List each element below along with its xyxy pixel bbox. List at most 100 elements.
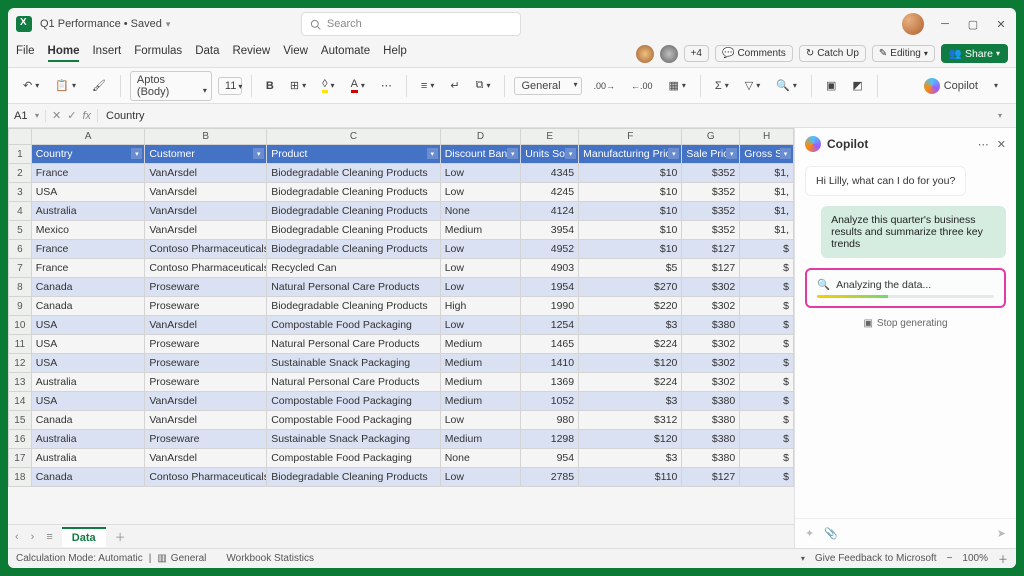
table-header-cell[interactable]: Units Sold▾ bbox=[521, 145, 579, 164]
row-number[interactable]: 4 bbox=[9, 202, 32, 221]
filter-icon[interactable]: ▾ bbox=[507, 148, 518, 159]
format-painter-button[interactable]: 🖌 bbox=[87, 76, 111, 95]
cell[interactable]: Medium bbox=[440, 335, 521, 354]
cell[interactable]: Proseware bbox=[145, 430, 267, 449]
menu-formulas[interactable]: Formulas bbox=[134, 45, 182, 62]
spreadsheet-grid[interactable]: ABCDEFGH 1Country▾Customer▾Product▾Disco… bbox=[8, 128, 794, 487]
cell[interactable]: Proseware bbox=[145, 354, 267, 373]
cell[interactable]: None bbox=[440, 449, 521, 468]
cell[interactable]: Low bbox=[440, 240, 521, 259]
cell[interactable]: Compostable Food Packaging bbox=[267, 392, 441, 411]
cell[interactable]: Mexico bbox=[31, 221, 145, 240]
cell[interactable]: $3 bbox=[579, 392, 682, 411]
cell[interactable]: VanArsdel bbox=[145, 411, 267, 430]
cell[interactable]: Canada bbox=[31, 468, 145, 487]
col-header[interactable]: H bbox=[740, 129, 794, 145]
cell[interactable]: $3 bbox=[579, 449, 682, 468]
cell[interactable]: Canada bbox=[31, 297, 145, 316]
cell[interactable]: $ bbox=[740, 449, 794, 468]
comments-button[interactable]: 💬Comments bbox=[715, 45, 793, 62]
col-header[interactable]: G bbox=[682, 129, 740, 145]
cell[interactable]: $ bbox=[740, 259, 794, 278]
cell[interactable]: 1298 bbox=[521, 430, 579, 449]
col-header[interactable]: D bbox=[440, 129, 521, 145]
cell[interactable]: $127 bbox=[682, 468, 740, 487]
cell[interactable]: Biodegradable Cleaning Products bbox=[267, 202, 441, 221]
cell[interactable]: USA bbox=[31, 183, 145, 202]
cell[interactable]: $3 bbox=[579, 316, 682, 335]
cell[interactable]: Contoso Pharmaceuticals bbox=[145, 468, 267, 487]
row-number[interactable]: 6 bbox=[9, 240, 32, 259]
editing-mode-button[interactable]: ✎Editing▾ bbox=[872, 45, 935, 62]
cell[interactable]: 4124 bbox=[521, 202, 579, 221]
row-number[interactable]: 1 bbox=[9, 145, 32, 164]
menu-automate[interactable]: Automate bbox=[321, 45, 370, 62]
cell[interactable]: $380 bbox=[682, 392, 740, 411]
cell[interactable]: $302 bbox=[682, 335, 740, 354]
cell[interactable]: $ bbox=[740, 468, 794, 487]
cell[interactable]: Biodegradable Cleaning Products bbox=[267, 468, 441, 487]
cell[interactable]: Recycled Can bbox=[267, 259, 441, 278]
cell[interactable]: Medium bbox=[440, 392, 521, 411]
add-sheet-button[interactable]: ＋ bbox=[112, 529, 129, 545]
row-number[interactable]: 7 bbox=[9, 259, 32, 278]
cell[interactable]: USA bbox=[31, 335, 145, 354]
decrease-decimal-button[interactable]: ←.00 bbox=[626, 78, 658, 94]
cell[interactable]: $380 bbox=[682, 316, 740, 335]
cell[interactable]: $302 bbox=[682, 373, 740, 392]
cell[interactable]: $1, bbox=[740, 183, 794, 202]
cell[interactable]: Compostable Food Packaging bbox=[267, 316, 441, 335]
cell[interactable]: $110 bbox=[579, 468, 682, 487]
cell[interactable]: Natural Personal Care Products bbox=[267, 278, 441, 297]
cell[interactable]: France bbox=[31, 240, 145, 259]
presence-count-badge[interactable]: +4 bbox=[684, 45, 709, 62]
cell[interactable]: Biodegradable Cleaning Products bbox=[267, 183, 441, 202]
cell[interactable]: VanArsdel bbox=[145, 449, 267, 468]
cell[interactable]: Low bbox=[440, 183, 521, 202]
filter-icon[interactable]: ▾ bbox=[726, 148, 737, 159]
minimize-button[interactable]: ─ bbox=[938, 17, 952, 31]
cell[interactable]: None bbox=[440, 202, 521, 221]
catchup-button[interactable]: ↻Catch Up bbox=[799, 45, 866, 62]
row-number[interactable]: 10 bbox=[9, 316, 32, 335]
table-header-cell[interactable]: Customer▾ bbox=[145, 145, 267, 164]
row-number[interactable]: 9 bbox=[9, 297, 32, 316]
row-number[interactable]: 3 bbox=[9, 183, 32, 202]
cell[interactable]: 980 bbox=[521, 411, 579, 430]
table-header-cell[interactable]: Product▾ bbox=[267, 145, 441, 164]
cell[interactable]: Medium bbox=[440, 430, 521, 449]
cell[interactable]: 4903 bbox=[521, 259, 579, 278]
cell[interactable]: $1, bbox=[740, 164, 794, 183]
cell[interactable]: Australia bbox=[31, 202, 145, 221]
cell[interactable]: Contoso Pharmaceuticals bbox=[145, 240, 267, 259]
cell[interactable]: USA bbox=[31, 354, 145, 373]
close-button[interactable]: ✕ bbox=[994, 17, 1008, 31]
filter-icon[interactable]: ▾ bbox=[565, 148, 576, 159]
status-general-icon[interactable]: ▥ bbox=[157, 553, 166, 564]
cell[interactable]: $224 bbox=[579, 335, 682, 354]
table-header-cell[interactable]: Sale Price▾ bbox=[682, 145, 740, 164]
align-button[interactable]: ≡▾ bbox=[416, 77, 439, 95]
cell[interactable]: $ bbox=[740, 373, 794, 392]
paste-button[interactable]: 📋▾ bbox=[50, 76, 81, 95]
filter-icon[interactable]: ▾ bbox=[668, 148, 679, 159]
copilot-close-icon[interactable]: ✕ bbox=[997, 138, 1006, 151]
status-general[interactable]: General bbox=[171, 553, 207, 564]
col-header[interactable]: C bbox=[267, 129, 441, 145]
cell[interactable]: $380 bbox=[682, 449, 740, 468]
cell[interactable]: 1410 bbox=[521, 354, 579, 373]
sort-filter-button[interactable]: ▽▾ bbox=[740, 76, 765, 95]
cell[interactable]: Biodegradable Cleaning Products bbox=[267, 164, 441, 183]
font-size-select[interactable]: 11▾ bbox=[218, 77, 242, 95]
cell[interactable]: $ bbox=[740, 354, 794, 373]
cell[interactable]: 1954 bbox=[521, 278, 579, 297]
row-number[interactable]: 13 bbox=[9, 373, 32, 392]
cell[interactable]: Australia bbox=[31, 449, 145, 468]
cell[interactable]: Low bbox=[440, 164, 521, 183]
row-number[interactable]: 17 bbox=[9, 449, 32, 468]
table-header-cell[interactable]: Discount Band▾ bbox=[440, 145, 521, 164]
title-dropdown-icon[interactable]: ▾ bbox=[166, 19, 171, 30]
find-button[interactable]: 🔍▾ bbox=[771, 76, 802, 95]
cell[interactable]: $ bbox=[740, 316, 794, 335]
cell[interactable]: 1369 bbox=[521, 373, 579, 392]
